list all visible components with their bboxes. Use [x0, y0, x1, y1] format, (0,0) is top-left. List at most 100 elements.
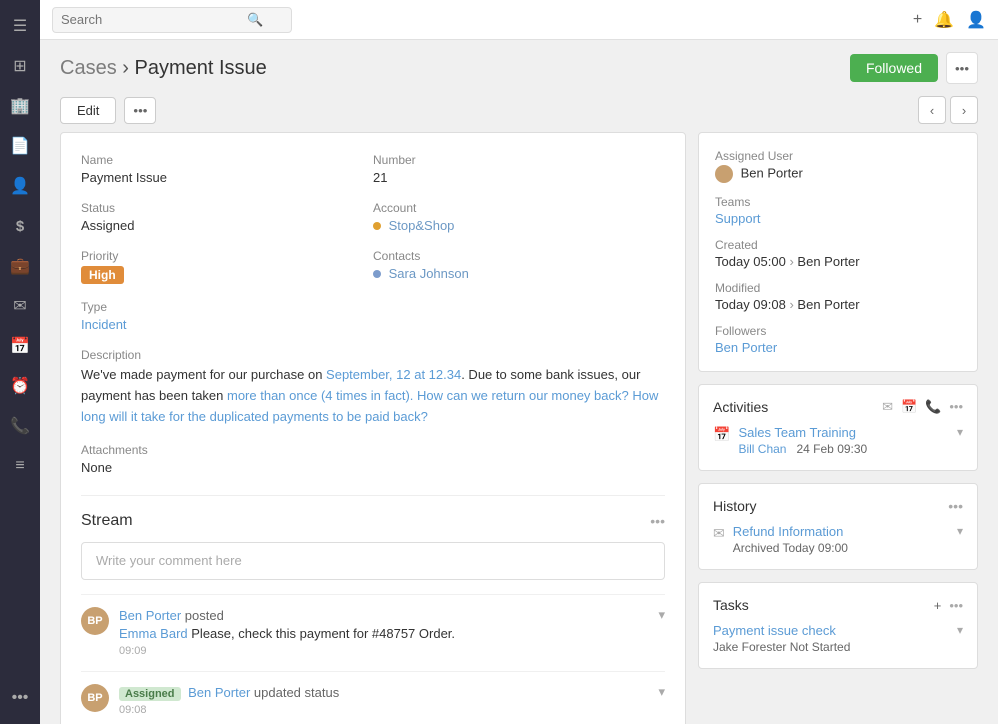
history-status: Archived — [733, 541, 780, 555]
next-arrow[interactable]: › — [950, 96, 978, 124]
modified-label: Modified — [715, 281, 961, 295]
history-more-button[interactable]: ••• — [948, 498, 963, 514]
stream-post-1: BP Ben Porter posted ▾ Emma Bard — [81, 594, 665, 657]
priority-value: High — [81, 266, 373, 284]
header-actions: Followed ••• — [850, 52, 978, 84]
tasks-add-button[interactable]: + — [934, 598, 942, 613]
followers-value[interactable]: Ben Porter — [715, 340, 961, 355]
phone-icon[interactable]: 📞 — [2, 408, 38, 444]
status-field: Status Assigned — [81, 201, 373, 233]
activity-more-button[interactable]: ••• — [949, 399, 963, 415]
history-card: History ••• ✉ Refund Information Archive… — [698, 483, 978, 570]
post-drop-1[interactable]: ▾ — [658, 607, 665, 623]
history-title: History — [713, 498, 757, 514]
activity-person[interactable]: Bill Chan — [738, 442, 786, 456]
activity-phone-icon[interactable]: 📞 — [925, 399, 941, 415]
stream-post-2: BP Assigned Ben Porter updated status ▾ — [81, 671, 665, 716]
priority-field: Priority High — [81, 249, 373, 284]
history-dropdown[interactable]: ▾ — [957, 524, 963, 538]
task-content: Payment issue check Jake Forester Not St… — [713, 623, 850, 654]
activities-actions: ✉ 📅 📞 ••• — [882, 399, 963, 415]
history-item: ✉ Refund Information Archived Today 09:0… — [713, 524, 963, 555]
comment-input[interactable]: Write your comment here — [81, 542, 665, 580]
stream-more-button[interactable]: ••• — [650, 513, 665, 529]
breadcrumb-link[interactable]: Cases — [60, 57, 117, 79]
contacts-value[interactable]: Sara Johnson — [373, 266, 665, 281]
dollar-icon[interactable]: $ — [2, 208, 38, 244]
post-time-2: 09:08 — [119, 704, 665, 716]
prev-arrow[interactable]: ‹ — [918, 96, 946, 124]
followed-button[interactable]: Followed — [850, 54, 938, 82]
post-time-1: 09:09 — [119, 645, 665, 657]
topbar-actions: + 🔔 👤 — [913, 10, 986, 30]
user-icon[interactable]: 👤 — [966, 10, 986, 30]
header-more-button[interactable]: ••• — [946, 52, 978, 84]
document-icon[interactable]: 📄 — [2, 128, 38, 164]
page-content: Cases › Payment Issue Followed ••• Edit … — [40, 40, 998, 724]
task-dropdown[interactable]: ▾ — [957, 623, 963, 637]
teams-label: Teams — [715, 195, 961, 209]
toolbar-more-button[interactable]: ••• — [124, 97, 156, 124]
created-by[interactable]: Ben Porter — [797, 254, 859, 269]
task-assignee: Jake Forester — [713, 640, 786, 654]
content-layout: Name Payment Issue Number 21 Status Assi… — [40, 132, 998, 724]
contacts-icon[interactable]: 👤 — [2, 168, 38, 204]
status-label: Status — [81, 201, 373, 215]
activity-email-icon[interactable]: ✉ — [882, 399, 893, 415]
breadcrumb-separator: › — [122, 57, 129, 79]
activity-dropdown[interactable]: ▾ — [957, 425, 963, 439]
account-field: Account Stop&Shop — [373, 201, 665, 233]
followers-label: Followers — [715, 324, 961, 338]
stream-title: Stream — [81, 512, 133, 530]
poster-name-1[interactable]: Ben Porter — [119, 608, 181, 623]
edit-button[interactable]: Edit — [60, 97, 116, 124]
add-icon[interactable]: + — [913, 11, 922, 29]
clock-icon[interactable]: ⏰ — [2, 368, 38, 404]
briefcase-icon[interactable]: 💼 — [2, 248, 38, 284]
type-label: Type — [81, 300, 665, 314]
mail-icon[interactable]: ✉ — [2, 288, 38, 324]
modified-value: Today 09:08 › Ben Porter — [715, 297, 961, 312]
main-area: 🔍 + 🔔 👤 Cases › Payment Issue Followed •… — [40, 0, 998, 724]
modified-by[interactable]: Ben Porter — [797, 297, 859, 312]
post-message-1: Emma Bard Please, check this payment for… — [119, 626, 665, 641]
history-item-title[interactable]: Refund Information — [733, 524, 949, 539]
activity-title[interactable]: Sales Team Training — [738, 425, 949, 440]
calendar-icon[interactable]: 📅 — [2, 328, 38, 364]
search-input[interactable] — [61, 12, 241, 27]
name-number-row: Name Payment Issue Number 21 — [81, 153, 665, 185]
tasks-more-button[interactable]: ••• — [949, 598, 963, 613]
activities-header: Activities ✉ 📅 📞 ••• — [713, 399, 963, 415]
bell-icon[interactable]: 🔔 — [934, 10, 954, 30]
name-value: Payment Issue — [81, 170, 373, 185]
mention-name[interactable]: Emma Bard — [119, 626, 188, 641]
poster-name-2[interactable]: Ben Porter — [188, 685, 250, 700]
tasks-actions: + ••• — [934, 598, 963, 613]
list-icon[interactable]: ≡ — [2, 448, 38, 484]
home-icon[interactable]: ⊞ — [2, 48, 38, 84]
topbar: 🔍 + 🔔 👤 — [40, 0, 998, 40]
history-header: History ••• — [713, 498, 963, 514]
assigned-user-row: Assigned User Ben Porter — [715, 149, 961, 183]
avatar-ben-2: BP — [81, 684, 109, 712]
task-title[interactable]: Payment issue check — [713, 623, 850, 638]
nav-arrows: ‹ › — [918, 96, 978, 124]
history-meta: Archived Today 09:00 — [733, 541, 949, 555]
teams-value[interactable]: Support — [715, 211, 961, 226]
menu-icon[interactable]: ☰ — [2, 8, 38, 44]
status-value: Assigned — [81, 218, 373, 233]
type-row: Type Incident — [81, 300, 665, 332]
post-drop-2[interactable]: ▾ — [658, 684, 665, 700]
activity-calendar-icon[interactable]: 📅 — [901, 399, 917, 415]
status-account-row: Status Assigned Account Stop&Shop — [81, 201, 665, 233]
assigned-user-name[interactable]: Ben Porter — [741, 165, 803, 180]
task-item: Payment issue check Jake Forester Not St… — [713, 623, 963, 654]
more-icon[interactable]: ••• — [2, 680, 38, 716]
contacts-field: Contacts Sara Johnson — [373, 249, 665, 284]
building-icon[interactable]: 🏢 — [2, 88, 38, 124]
account-value[interactable]: Stop&Shop — [373, 218, 665, 233]
post-content-1: Ben Porter posted ▾ Emma Bard Please, ch… — [119, 607, 665, 657]
activity-meta: Bill Chan 24 Feb 09:30 — [738, 442, 949, 456]
user-avatar — [715, 165, 733, 183]
search-box[interactable]: 🔍 — [52, 7, 292, 33]
